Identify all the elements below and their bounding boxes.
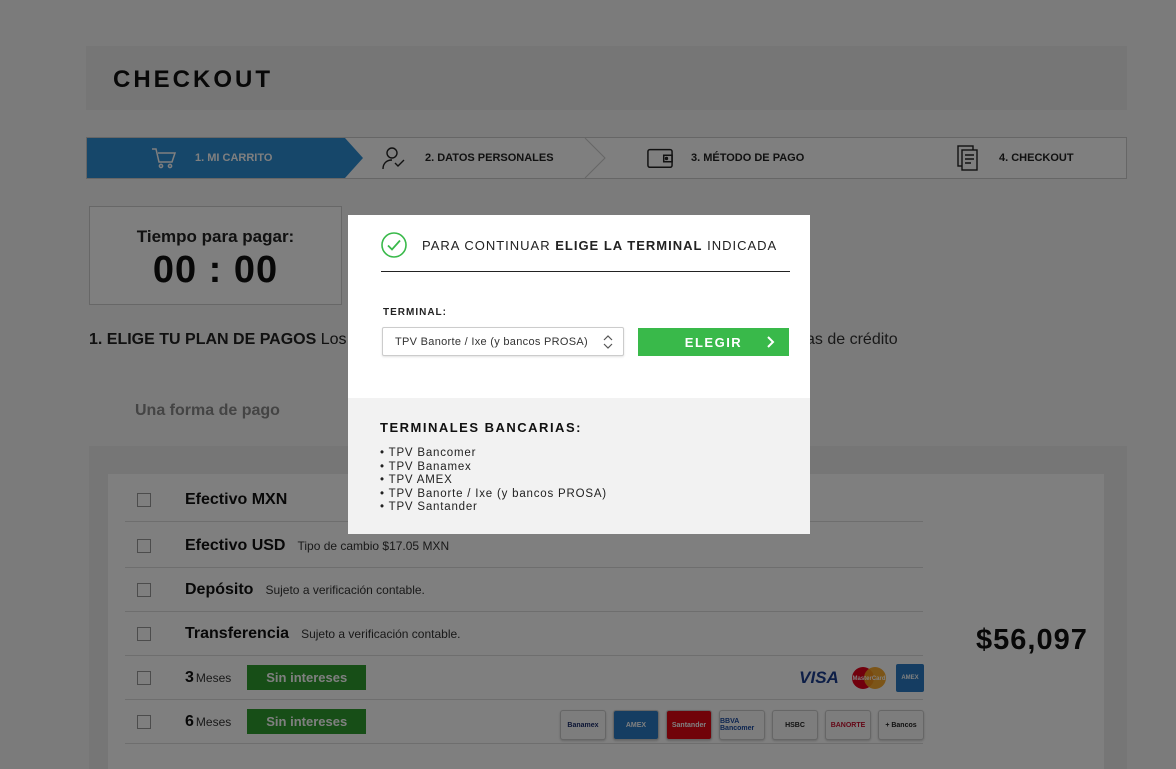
- chevron-right-icon: [767, 336, 775, 348]
- modal-heading-text: PARA CONTINUAR ELIGE LA TERMINAL INDICAD…: [422, 238, 777, 253]
- check-circle-icon: [381, 232, 407, 258]
- elegir-button-label: ELEGIR: [684, 334, 743, 350]
- terminal-modal: PARA CONTINUAR ELIGE LA TERMINAL INDICAD…: [348, 215, 810, 534]
- terminal-selected-value: TPV Banorte / Ixe (y bancos PROSA): [395, 335, 588, 348]
- modal-banks-section: TERMINALES BANCARIAS: TPV Bancomer TPV B…: [348, 398, 810, 534]
- list-item: TPV Bancomer: [380, 447, 607, 461]
- checkout-page: CHECKOUT 1. MI CARRITO 2. DATOS PERSONAL…: [0, 0, 1176, 769]
- select-arrows-icon: [603, 335, 613, 349]
- divider: [381, 271, 790, 272]
- terminal-select[interactable]: TPV Banorte / Ixe (y bancos PROSA): [382, 327, 624, 356]
- modal-heading-pre: PARA CONTINUAR: [422, 237, 556, 253]
- list-item: TPV Banamex: [380, 461, 607, 475]
- modal-top: PARA CONTINUAR ELIGE LA TERMINAL INDICAD…: [348, 215, 810, 398]
- modal-heading: PARA CONTINUAR ELIGE LA TERMINAL INDICAD…: [381, 232, 777, 258]
- elegir-button[interactable]: ELEGIR: [638, 328, 789, 356]
- list-item: TPV Santander: [380, 501, 607, 515]
- list-item: TPV AMEX: [380, 474, 607, 488]
- modal-heading-post: INDICADA: [702, 237, 778, 253]
- banks-list: TPV Bancomer TPV Banamex TPV AMEX TPV Ba…: [380, 447, 607, 515]
- list-item: TPV Banorte / Ixe (y bancos PROSA): [380, 488, 607, 502]
- terminal-label: TERMINAL:: [383, 307, 447, 318]
- banks-title: TERMINALES BANCARIAS:: [380, 420, 582, 435]
- modal-heading-bold: ELIGE LA TERMINAL: [555, 237, 703, 253]
